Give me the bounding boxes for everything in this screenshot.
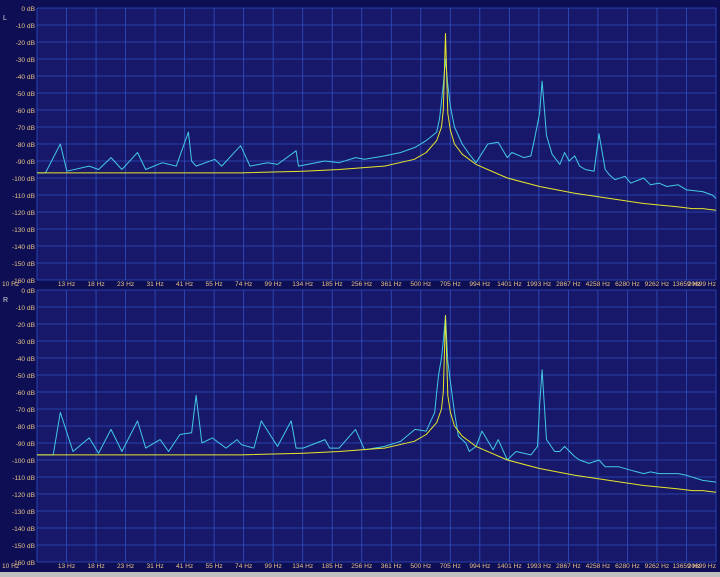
x-tick-label: 1401 Hz xyxy=(497,563,522,570)
y-tick-label: 0 dB xyxy=(21,288,35,295)
x-tick-label: 31 Hz xyxy=(146,281,163,288)
y-tick-label: -140 dB xyxy=(12,244,36,251)
x-tick-label: 705 Hz xyxy=(440,563,461,570)
x-tick-label: 13 Hz xyxy=(58,563,75,570)
x-tick-label: 41 Hz xyxy=(176,563,193,570)
y-tick-label: -40 dB xyxy=(16,356,36,363)
y-tick-label: -50 dB xyxy=(16,91,36,98)
x-tick-label: 74 Hz xyxy=(235,281,252,288)
x-tick-label: 20899 Hz xyxy=(688,563,716,570)
x-tick-label: 1993 Hz xyxy=(527,563,552,570)
y-tick-label: -130 dB xyxy=(12,509,36,516)
y-tick-label: -90 dB xyxy=(16,159,36,166)
x-tick-label: 994 Hz xyxy=(469,281,490,288)
x-tick-label: 134 Hz xyxy=(292,281,313,288)
x-tick-label: 9262 Hz xyxy=(645,563,670,570)
channel-panel-l: 0 dB -10 dB -20 dB -30 dB -40 dB -50 dB -60 dB… xyxy=(2,6,717,288)
y-tick-label: -130 dB xyxy=(12,227,36,234)
y-tick-label: -20 dB xyxy=(16,40,36,47)
x-tick-label: 55 Hz xyxy=(206,281,223,288)
x-tick-label: 10 Hz xyxy=(2,563,19,570)
x-tick-label: 41 Hz xyxy=(176,281,193,288)
y-tick-label: -100 dB xyxy=(12,458,36,465)
y-tick-label: -150 dB xyxy=(12,543,36,550)
y-tick-label: -70 dB xyxy=(16,125,36,132)
spectrum-plot: 0 dB -10 dB -20 dB -30 dB -40 dB -50 dB -60 dB… xyxy=(0,0,720,572)
y-tick-label: -90 dB xyxy=(16,441,36,448)
y-tick-label: -30 dB xyxy=(16,339,36,346)
channel-label: R xyxy=(3,297,8,304)
y-tick-label: -110 dB xyxy=(12,193,35,200)
channel-label: L xyxy=(3,15,7,22)
x-tick-label: 185 Hz xyxy=(322,563,343,570)
x-tick-label: 55 Hz xyxy=(206,563,223,570)
x-tick-label: 9262 Hz xyxy=(645,281,670,288)
y-tick-label: -120 dB xyxy=(12,492,36,499)
x-tick-label: 994 Hz xyxy=(469,563,490,570)
x-tick-label: 23 Hz xyxy=(117,563,134,570)
x-tick-label: 74 Hz xyxy=(235,563,252,570)
spectrum-analyzer-window: 0 dB -10 dB -20 dB -30 dB -40 dB -50 dB -60 dB… xyxy=(0,0,720,572)
x-tick-label: 500 Hz xyxy=(410,563,431,570)
x-tick-label: 1993 Hz xyxy=(527,281,552,288)
y-tick-label: -10 dB xyxy=(16,23,36,30)
y-tick-label: -40 dB xyxy=(16,74,36,81)
y-tick-label: -60 dB xyxy=(16,108,36,115)
x-tick-label: 185 Hz xyxy=(322,281,343,288)
x-tick-label: 10 Hz xyxy=(2,281,19,288)
x-tick-label: 500 Hz xyxy=(410,281,431,288)
y-tick-label: -50 dB xyxy=(16,373,36,380)
x-tick-label: 2867 Hz xyxy=(556,563,581,570)
x-tick-label: 705 Hz xyxy=(440,281,461,288)
y-tick-label: -20 dB xyxy=(16,322,36,329)
x-tick-label: 4258 Hz xyxy=(586,563,611,570)
channel-panel-r: 0 dB -10 dB -20 dB -30 dB -40 dB -50 dB -60 dB… xyxy=(2,288,717,570)
x-tick-label: 361 Hz xyxy=(381,281,402,288)
x-tick-label: 134 Hz xyxy=(292,563,313,570)
y-tick-label: -110 dB xyxy=(12,475,35,482)
x-tick-label: 6280 Hz xyxy=(615,563,640,570)
x-tick-label: 256 Hz xyxy=(351,563,372,570)
x-tick-label: 99 Hz xyxy=(265,563,282,570)
x-tick-label: 361 Hz xyxy=(381,563,402,570)
y-tick-label: 0 dB xyxy=(21,6,35,13)
y-tick-label: -60 dB xyxy=(16,390,36,397)
y-tick-label: -80 dB xyxy=(16,142,36,149)
x-tick-label: 20899 Hz xyxy=(688,281,716,288)
x-tick-label: 99 Hz xyxy=(265,281,282,288)
y-tick-label: -100 dB xyxy=(12,176,36,183)
x-tick-label: 23 Hz xyxy=(117,281,134,288)
y-tick-label: -30 dB xyxy=(16,57,36,64)
y-tick-label: -120 dB xyxy=(12,210,36,217)
x-tick-label: 1401 Hz xyxy=(497,281,522,288)
y-tick-label: -150 dB xyxy=(12,261,36,268)
y-tick-label: -80 dB xyxy=(16,424,36,431)
x-tick-label: 6280 Hz xyxy=(615,281,640,288)
x-tick-label: 18 Hz xyxy=(87,281,104,288)
x-tick-label: 31 Hz xyxy=(146,563,163,570)
x-tick-label: 13 Hz xyxy=(58,281,75,288)
x-tick-label: 4258 Hz xyxy=(586,281,611,288)
y-tick-label: -10 dB xyxy=(16,305,36,312)
x-tick-label: 18 Hz xyxy=(87,563,104,570)
y-tick-label: -140 dB xyxy=(12,526,36,533)
x-tick-label: 2867 Hz xyxy=(556,281,581,288)
y-tick-label: -70 dB xyxy=(16,407,36,414)
x-tick-label: 256 Hz xyxy=(351,281,372,288)
